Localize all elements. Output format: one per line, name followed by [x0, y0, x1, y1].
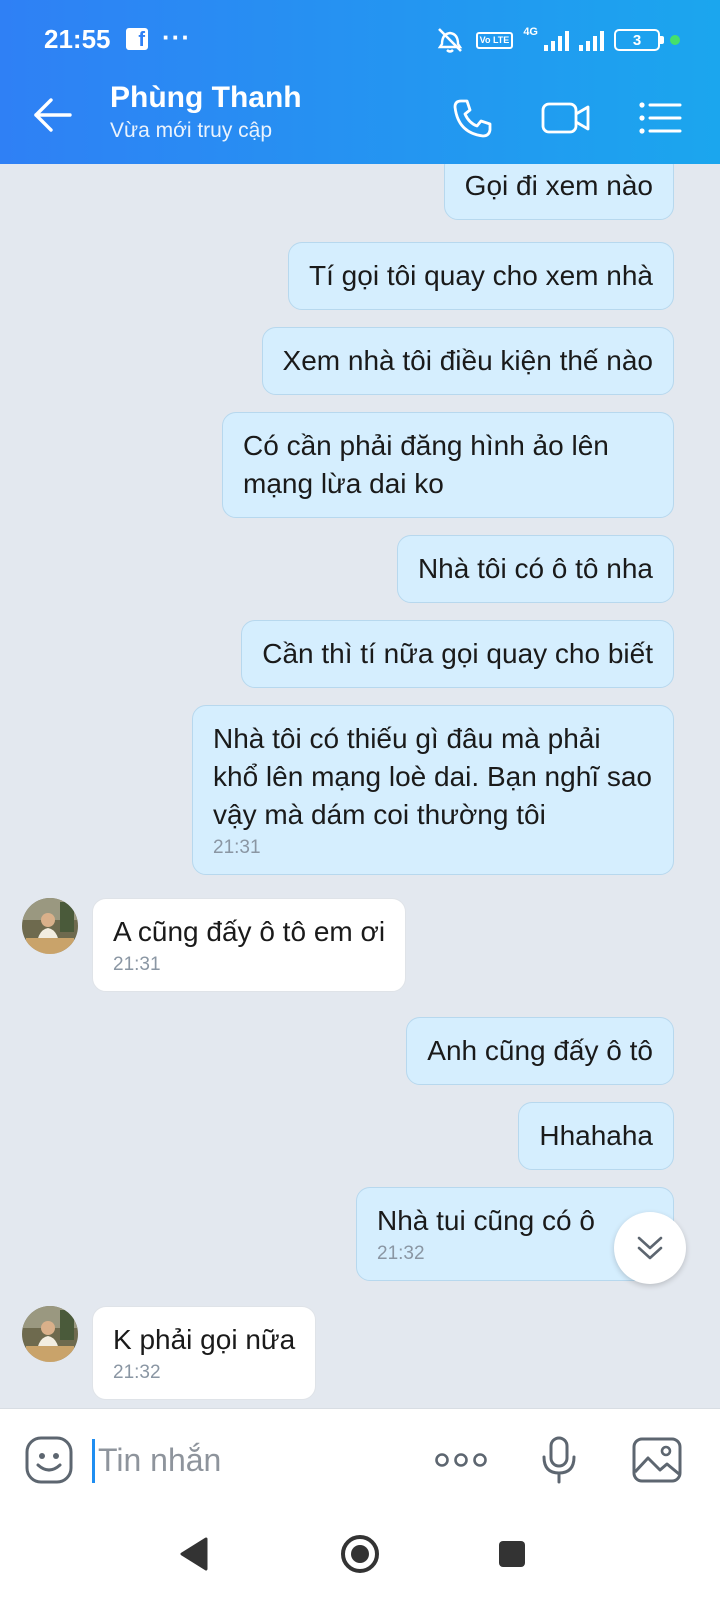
message-bubble-outgoing[interactable]: Xem nhà tôi điều kiện thế nào [261, 327, 674, 395]
contact-avatar-image [22, 1306, 78, 1362]
message-input[interactable] [98, 1435, 398, 1485]
message-timestamp: 21:32 [113, 1362, 161, 1383]
system-navigation-bar [0, 1508, 720, 1600]
nav-recent-button[interactable] [484, 1526, 540, 1582]
message-text: A cũng đấy ô tô em ơi [113, 916, 386, 947]
message-bubble-outgoing[interactable]: Gọi đi xem nào [443, 164, 674, 220]
more-dots-icon [435, 1453, 487, 1467]
message-timestamp: 21:31 [113, 954, 161, 975]
contact-status: Vừa mới truy cập [110, 119, 273, 142]
message-text: Gọi đi xem nào [464, 170, 653, 201]
send-image-button[interactable] [630, 1433, 684, 1487]
message-text: Anh cũng đấy ô tô [427, 1035, 653, 1066]
battery-icon: 3 [614, 29, 664, 51]
avatar[interactable] [22, 898, 78, 954]
phone-icon [453, 99, 492, 138]
chevrons-down-icon [637, 1236, 663, 1260]
battery-level: 3 [632, 31, 642, 49]
message-bubble-outgoing[interactable]: Nhà tôi có thiếu gì đâu mà phải khổ lên … [192, 705, 674, 875]
message-text: Nhà tui cũng có ô [377, 1205, 595, 1236]
message-text: Hhahaha [539, 1120, 653, 1151]
volte-icon: Vo LTE [475, 31, 514, 49]
status-icons: Vo LTE 4G 3 [434, 22, 680, 58]
message-input-bar [0, 1408, 720, 1508]
image-gallery-icon [632, 1437, 682, 1483]
sticker-face-icon [25, 1436, 73, 1484]
contact-name: Phùng Thanh [110, 81, 302, 114]
contact-info[interactable]: Phùng Thanh Vừa mới truy cập [110, 80, 302, 146]
mute-alarm-icon [437, 28, 462, 53]
message-bubble-incoming[interactable]: K phải gọi nữa 21:32 [92, 1306, 317, 1400]
message-bubble-outgoing[interactable]: Hhahaha [518, 1102, 674, 1170]
sticker-button[interactable] [22, 1433, 76, 1487]
list-menu-icon [639, 102, 682, 134]
nav-home-button[interactable] [332, 1526, 388, 1582]
nav-back-button[interactable] [166, 1526, 222, 1582]
contact-avatar-image [22, 898, 78, 954]
chat-menu-button[interactable] [634, 92, 686, 144]
message-text: Cần thì tí nữa gọi quay cho biết [262, 638, 653, 669]
scroll-to-bottom-button[interactable] [614, 1212, 686, 1284]
message-bubble-outgoing[interactable]: Anh cũng đấy ô tô [406, 1017, 674, 1085]
nav-home-icon [341, 1535, 379, 1573]
message-bubble-outgoing[interactable]: Có cần phải đăng hình ảo lên mạng lừa da… [222, 412, 674, 518]
arrow-left-icon [34, 98, 72, 132]
message-bubble-outgoing[interactable]: Cần thì tí nữa gọi quay cho biết [241, 620, 674, 688]
network-type: 4G [523, 26, 538, 38]
message-list[interactable]: Gọi đi xem nào Tí gọi tôi quay cho xem n… [0, 164, 720, 1408]
message-timestamp: 21:31 [213, 837, 261, 858]
text-cursor [92, 1439, 95, 1483]
signal-icon-2 [579, 29, 604, 51]
voice-message-button[interactable] [532, 1433, 586, 1487]
nav-recent-icon [499, 1541, 525, 1567]
message-text: Xem nhà tôi điều kiện thế nào [282, 345, 653, 376]
video-call-button[interactable] [540, 92, 592, 144]
message-bubble-incoming[interactable]: A cũng đấy ô tô em ơi 21:31 [92, 898, 407, 992]
message-text: K phải gọi nữa [113, 1324, 296, 1355]
microphone-icon [542, 1436, 576, 1484]
status-time: 21:55 [44, 24, 111, 54]
privacy-indicator-dot [670, 35, 680, 45]
message-timestamp: 21:32 [377, 1243, 425, 1264]
avatar[interactable] [22, 1306, 78, 1362]
signal-icon-1 [544, 29, 569, 51]
back-button[interactable] [30, 94, 76, 136]
chat-header: 21:55 f ··· Vo LTE 4G 3 Phùng Thanh Vừa … [0, 0, 720, 164]
message-text: Có cần phải đăng hình ảo lên mạng lừa da… [243, 430, 609, 499]
message-bubble-outgoing[interactable]: Nhà tôi có ô tô nha [396, 535, 674, 603]
status-bar: 21:55 f ··· Vo LTE 4G 3 [0, 0, 720, 78]
voice-call-button[interactable] [446, 92, 498, 144]
facebook-icon: f [126, 28, 148, 50]
notification-more-icon: ··· [162, 22, 191, 52]
message-bubble-outgoing[interactable]: Tí gọi tôi quay cho xem nhà [288, 242, 674, 310]
message-text: Nhà tôi có ô tô nha [417, 553, 653, 584]
nav-back-icon [180, 1537, 208, 1571]
message-text: Nhà tôi có thiếu gì đâu mà phải khổ lên … [213, 723, 652, 830]
message-text: Tí gọi tôi quay cho xem nhà [309, 260, 653, 291]
more-options-button[interactable] [434, 1433, 488, 1487]
video-camera-icon [541, 102, 590, 134]
